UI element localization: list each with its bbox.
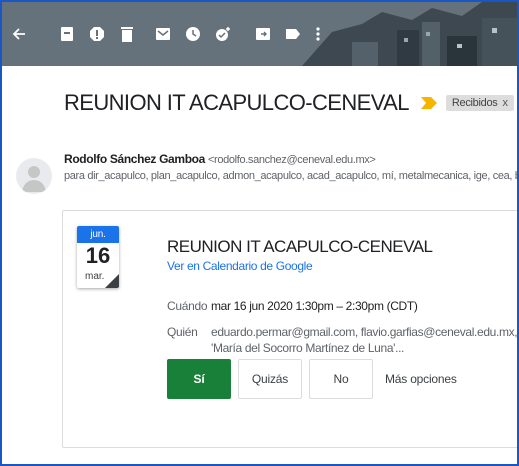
calendar-day: 16 <box>85 243 111 268</box>
recipients-line[interactable]: para dir_acapulco, plan_acapulco, admon_… <box>64 170 517 182</box>
calendar-date-icon: jun. 16 mar. <box>77 226 119 288</box>
inbox-label-chip: Recibidos x <box>445 95 514 111</box>
when-value: mar 16 jun 2020 1:30pm – 2:30pm (CDT) <box>211 299 418 313</box>
sender-email: <rodolfo.sanchez@ceneval.edu.mx> <box>207 154 376 166</box>
delete-icon[interactable] <box>116 23 138 45</box>
snooze-icon[interactable] <box>182 23 204 45</box>
who-line-1: eduardo.permar@gmail.com, flavio.garfias… <box>211 325 518 339</box>
labels-icon[interactable] <box>282 23 304 45</box>
who-value: eduardo.permar@gmail.com, flavio.garfias… <box>211 324 517 356</box>
inbox-label-text: Recibidos <box>451 97 498 109</box>
calendar-month: jun. <box>77 226 119 243</box>
calendar-weekday: mar. <box>85 271 105 282</box>
view-in-calendar-link[interactable]: Ver en Calendario de Google <box>167 259 313 273</box>
who-line-2: 'María del Socorro Martínez de Luna'... <box>211 341 405 355</box>
archive-icon[interactable] <box>56 23 78 45</box>
email-toolbar <box>2 2 517 66</box>
add-to-tasks-icon[interactable] <box>212 23 234 45</box>
rsvp-yes-button[interactable]: Sí <box>167 359 231 399</box>
sender-avatar <box>16 158 52 194</box>
back-arrow-icon[interactable] <box>8 23 30 45</box>
sender-line: Rodolfo Sánchez Gamboa <rodolfo.sanchez@… <box>64 152 376 166</box>
email-view-frame: REUNION IT ACAPULCO-CENEVAL Recibidos x … <box>0 0 519 466</box>
mark-unread-icon[interactable] <box>152 23 174 45</box>
more-icon[interactable] <box>307 23 329 45</box>
rsvp-maybe-button[interactable]: Quizás <box>238 359 302 399</box>
page-fold-icon <box>105 274 119 288</box>
who-label: Quién <box>167 325 198 339</box>
rsvp-no-button[interactable]: No <box>309 359 373 399</box>
importance-marker-icon[interactable] <box>420 97 437 109</box>
remove-label-button[interactable]: x <box>502 97 508 109</box>
calendar-invite-card: jun. 16 mar. REUNION IT ACAPULCO-CENEVAL… <box>62 210 517 448</box>
move-to-icon[interactable] <box>252 23 274 45</box>
report-spam-icon[interactable] <box>86 23 108 45</box>
when-label: Cuándo <box>167 299 208 313</box>
email-subject: REUNION IT ACAPULCO-CENEVAL <box>64 90 409 115</box>
event-title: REUNION IT ACAPULCO-CENEVAL <box>167 237 433 256</box>
subject-row: REUNION IT ACAPULCO-CENEVAL Recibidos x <box>64 90 514 116</box>
more-options-button[interactable]: Más opciones <box>385 359 505 399</box>
sender-name: Rodolfo Sánchez Gamboa <box>64 152 205 166</box>
